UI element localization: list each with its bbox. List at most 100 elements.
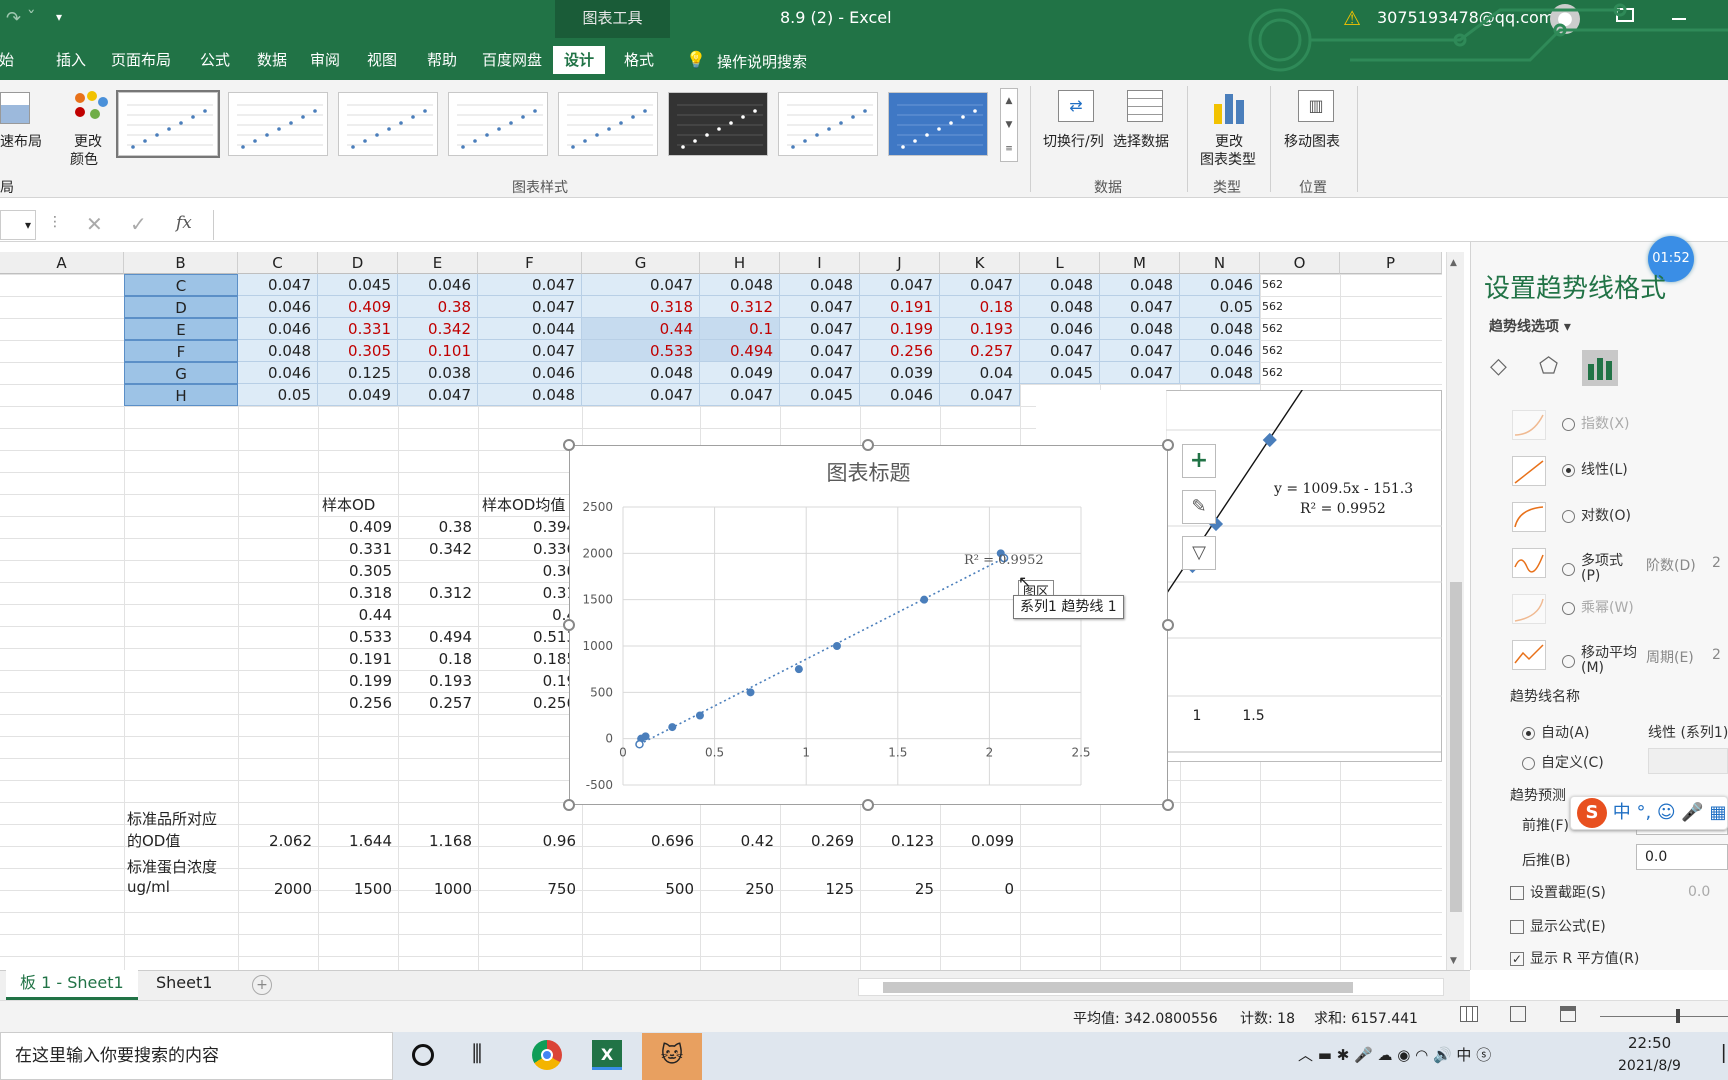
chart-resize-handle[interactable] [862,439,874,451]
trendline-option-row[interactable]: 多项式(P) [1562,554,1641,584]
column-header-N[interactable]: N [1180,252,1260,274]
sample-cell[interactable]: 0.318 [318,582,398,604]
data-cell[interactable]: 0.305 [318,340,398,362]
data-point[interactable] [746,688,755,697]
change-chart-type-label-2[interactable]: 图表类型 [1200,149,1256,169]
data-cell[interactable]: 0.256 [860,340,940,362]
sample-cell[interactable]: 0.342 [398,538,478,560]
std-od-cell[interactable]: 1.168 [398,830,478,852]
data-cell[interactable]: 0.046 [478,362,582,384]
data-cell[interactable]: 0.1 [700,318,780,340]
normal-view-icon[interactable] [1460,1006,1478,1022]
horizontal-scrollbar[interactable] [858,978,1444,996]
data-cell[interactable]: 0.047 [700,384,780,406]
sample-cell[interactable]: 0.394 [478,516,582,538]
chart-filters-button[interactable]: ▽ [1182,536,1216,570]
chart-style-thumbnail[interactable] [448,92,548,156]
row-label-cell[interactable]: C [124,274,238,296]
sample-cell[interactable]: 0.199 [318,670,398,692]
data-cell[interactable]: 0.048 [1020,274,1100,296]
backward-input[interactable]: 0.0 [1636,844,1728,870]
chart-style-thumbnail[interactable] [668,92,768,156]
clock-time[interactable]: 22:50 [1628,1034,1671,1052]
order-value[interactable]: 2 [1712,555,1721,571]
std-od-cell[interactable]: 2.062 [238,830,318,852]
subtitle-text[interactable]: 趋势线选项 [1489,319,1559,335]
data-cell[interactable]: 0.125 [318,362,398,384]
data-cell[interactable]: 0.048 [1180,318,1260,340]
std-conc-cell[interactable]: 25 [860,878,940,900]
data-cell[interactable]: 0.312 [700,296,780,318]
data-cell[interactable]: 0.046 [238,296,318,318]
trendline-option-radio[interactable] [1562,601,1575,615]
column-header-B[interactable]: B [124,252,238,274]
data-cell[interactable]: 0.494 [700,340,780,362]
clock-date[interactable]: 2021/8/9 [1618,1058,1681,1074]
truncated-cell[interactable]: 562 [1260,340,1300,362]
move-chart-icon[interactable]: ▥ [1298,90,1334,122]
sample-cell[interactable]: 0.185 [478,648,582,670]
sample-cell[interactable]: 0.44 [318,604,398,626]
tab-2[interactable]: 页面布局 [102,46,180,74]
std-conc-label[interactable]: 标准蛋白浓度 [127,856,217,877]
std-conc-cell[interactable]: 2000 [238,878,318,900]
data-cell[interactable]: 0.047 [780,296,860,318]
data-cell[interactable]: 0.409 [318,296,398,318]
data-cell[interactable]: 0.533 [582,340,700,362]
data-cell[interactable]: 0.045 [318,274,398,296]
trendline[interactable] [639,557,1005,745]
data-cell[interactable]: 0.193 [940,318,1020,340]
sample-od-avg-header[interactable]: 样本OD均值 [478,494,578,516]
data-cell[interactable]: 0.191 [860,296,940,318]
data-cell[interactable]: 0.045 [780,384,860,406]
sample-cell[interactable]: 0.533 [318,626,398,648]
data-cell[interactable]: 0.047 [940,384,1020,406]
data-cell[interactable]: 0.047 [780,362,860,384]
trendline-option-row[interactable]: 乘幂(W) [1562,600,1634,616]
tab-3[interactable]: 公式 [188,46,242,74]
tab-4[interactable]: 数据 [250,46,294,74]
name-box[interactable]: ▾ [0,210,36,240]
sample-cell[interactable]: 0.257 [398,692,478,714]
truncated-cell[interactable]: 562 [1260,274,1300,296]
std-od-cell[interactable]: 1.644 [318,830,398,852]
column-header-H[interactable]: H [700,252,780,274]
data-point[interactable] [920,595,929,604]
data-cell[interactable]: 0.257 [940,340,1020,362]
data-cell[interactable]: 0.046 [860,384,940,406]
column-header-D[interactable]: D [318,252,398,274]
tray-ime[interactable]: 中 [1456,1046,1471,1064]
row-label-cell[interactable]: F [124,340,238,362]
chart-style-thumbnail[interactable] [558,92,658,156]
std-od-cell[interactable]: 0.696 [582,830,700,852]
data-point[interactable] [832,642,841,650]
cancel-icon[interactable]: ✕ [86,212,103,236]
trendline-option-row[interactable]: 对数(O) [1562,508,1631,524]
trendline-option-radio[interactable] [1562,417,1575,431]
sheet-tab-2[interactable]: Sheet1 [150,970,218,1000]
data-cell[interactable]: 0.048 [700,274,780,296]
std-conc-label-2[interactable]: ug/ml [127,878,170,896]
show-r2-option[interactable]: ✓ 显示 R 平方值(R) [1510,948,1639,968]
row-label-cell[interactable]: E [124,318,238,340]
data-cell[interactable]: 0.048 [478,384,582,406]
chart-resize-handle[interactable] [563,619,575,631]
data-cell[interactable]: 0.047 [860,274,940,296]
tab-6[interactable]: 视图 [358,46,406,74]
zoom-thumb[interactable] [1676,1009,1680,1023]
page-layout-icon[interactable] [1510,1006,1526,1022]
chart-style-thumbnail[interactable] [338,92,438,156]
data-cell[interactable]: 0.047 [398,384,478,406]
std-od-cell[interactable]: 0.96 [478,830,582,852]
insert-function-icon[interactable]: fx [176,213,192,233]
trendline-option-row[interactable]: 指数(X) [1562,416,1630,432]
switch-row-col-label[interactable]: 切换行/列 [1043,131,1104,151]
show-equation-checkbox[interactable] [1510,920,1524,934]
chart-style-thumbnail[interactable] [888,92,988,156]
std-od-cell[interactable]: 0.269 [780,830,860,852]
column-header-G[interactable]: G [582,252,700,274]
column-header-C[interactable]: C [238,252,318,274]
truncated-cell[interactable]: 562 [1260,296,1300,318]
data-cell[interactable]: 0.047 [478,296,582,318]
trendline-option-radio[interactable] [1562,562,1575,576]
